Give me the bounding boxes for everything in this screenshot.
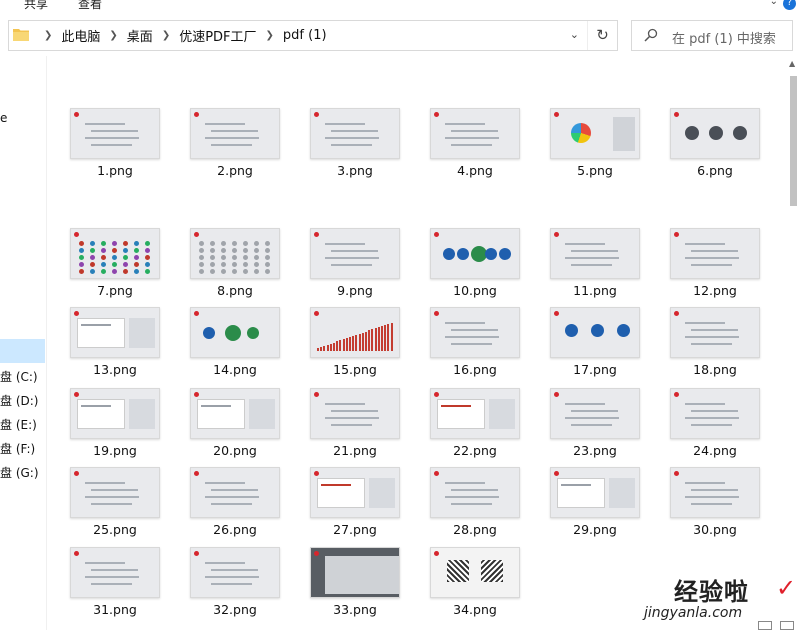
chevron-right-icon[interactable]: ❯ [109,30,117,41]
file-item[interactable]: 23.png [538,336,646,458]
file-item[interactable]: 3.png [298,56,406,178]
breadcrumb-desktop[interactable]: 桌面 [127,26,153,45]
tab-view[interactable]: 查看 [78,0,102,12]
file-item[interactable]: 6.png [658,56,766,178]
chevron-right-icon[interactable]: ❯ [162,30,170,41]
refresh-icon[interactable]: ↻ [587,21,617,50]
file-item[interactable]: 14.png [178,255,286,377]
file-item[interactable]: 15.png [298,255,406,377]
file-item[interactable]: 21.png [298,336,406,458]
breadcrumb: ❯ 此电脑 ❯ 桌面 ❯ 优速PDF工厂 ❯ pdf (1) [35,21,327,50]
file-item[interactable]: 4.png [418,56,526,178]
chevron-right-icon: ❯ [44,30,53,41]
vertical-scrollbar[interactable]: ▲ [785,56,802,630]
file-item[interactable]: 2.png [178,56,286,178]
file-item[interactable]: 8.png [178,176,286,298]
image-thumbnail [430,108,520,159]
search-input[interactable]: 在 pdf (1) 中搜索 [631,20,793,51]
image-thumbnail [550,467,640,518]
watermark-url: jingyanla.com [644,605,743,621]
file-name: 32.png [213,602,257,617]
image-thumbnail [190,547,280,598]
file-item[interactable]: 16.png [418,255,526,377]
search-icon [644,28,658,42]
image-thumbnail [190,108,280,159]
scrollbar-thumb[interactable] [790,76,797,206]
file-item[interactable]: 26.png [178,415,286,537]
file-item[interactable]: 34.png [418,495,526,617]
nav-item-drive-c[interactable]: 盘 (C:) [0,368,38,385]
file-item[interactable]: 30.png [658,415,766,537]
file-item[interactable]: 13.png [58,255,166,377]
breadcrumb-pdf-1[interactable]: pdf (1) [283,28,327,43]
file-item[interactable]: 10.png [418,176,526,298]
file-item[interactable]: 24.png [658,336,766,458]
file-item[interactable]: 33.png [298,495,406,617]
file-item[interactable]: 20.png [178,336,286,458]
file-item[interactable]: 17.png [538,255,646,377]
chevron-down-icon[interactable]: ⌄ [570,28,579,41]
file-item[interactable]: 25.png [58,415,166,537]
nav-item-fragment[interactable]: e [0,111,7,125]
watermark: 经验啦 ✓ jingyanla.com [644,572,797,630]
file-item[interactable]: 27.png [298,415,406,537]
ribbon-tabs: 共享 查看 ⌄ ? [0,0,802,16]
folder-icon [13,29,29,41]
image-thumbnail [670,108,760,159]
file-item[interactable]: 9.png [298,176,406,298]
breadcrumb-pdf-factory[interactable]: 优速PDF工厂 [179,26,256,45]
nav-item-drive-f[interactable]: 盘 (F:) [0,440,35,457]
navigation-pane: e 盘 (C:) 盘 (D:) 盘 (E:) 盘 (F:) 盘 (G:) [0,56,47,630]
file-item[interactable]: 28.png [418,415,526,537]
image-thumbnail [70,547,160,598]
image-thumbnail [670,467,760,518]
file-name: 31.png [93,602,137,617]
scroll-up-icon[interactable]: ▲ [789,59,795,68]
file-item[interactable]: 32.png [178,495,286,617]
file-item[interactable]: 7.png [58,176,166,298]
file-name: 33.png [333,602,377,617]
tab-share[interactable]: 共享 [24,0,48,12]
nav-item-drive-g[interactable]: 盘 (G:) [0,464,39,481]
image-thumbnail [550,108,640,159]
nav-item-drive-d[interactable]: 盘 (D:) [0,392,38,409]
help-icon[interactable]: ? [783,0,796,10]
file-name: 29.png [573,522,617,537]
file-name: 30.png [693,522,737,537]
ribbon-expand-icon[interactable]: ⌄ [770,0,778,7]
file-item[interactable]: 5.png [538,56,646,178]
image-thumbnail [310,108,400,159]
file-item[interactable]: 29.png [538,415,646,537]
nav-item-selected[interactable] [0,339,45,363]
image-thumbnail [310,547,400,598]
nav-item-drive-e[interactable]: 盘 (E:) [0,416,37,433]
file-item[interactable]: 18.png [658,255,766,377]
chevron-right-icon[interactable]: ❯ [266,30,274,41]
file-item[interactable]: 1.png [58,56,166,178]
file-item[interactable]: 22.png [418,336,526,458]
navigation-bar: ❯ 此电脑 ❯ 桌面 ❯ 优速PDF工厂 ❯ pdf (1) ⌄ ↻ 在 pdf… [0,16,802,56]
image-thumbnail [430,547,520,598]
file-item[interactable]: 12.png [658,176,766,298]
checkmark-icon: ✓ [776,574,797,602]
file-item[interactable]: 19.png [58,336,166,458]
breadcrumb-this-pc[interactable]: 此电脑 [61,26,100,45]
file-item[interactable]: 11.png [538,176,646,298]
image-thumbnail [70,108,160,159]
address-bar[interactable]: ❯ 此电脑 ❯ 桌面 ❯ 优速PDF工厂 ❯ pdf (1) ⌄ ↻ [8,20,618,51]
file-grid: 1.png 2.png 3.png 4.png 5.png 6.png 7.png 8.png… [48,56,785,630]
file-name: 34.png [453,602,497,617]
search-placeholder: 在 pdf (1) 中搜索 [672,32,776,47]
watermark-text: 经验啦 [674,578,749,606]
file-item[interactable]: 31.png [58,495,166,617]
